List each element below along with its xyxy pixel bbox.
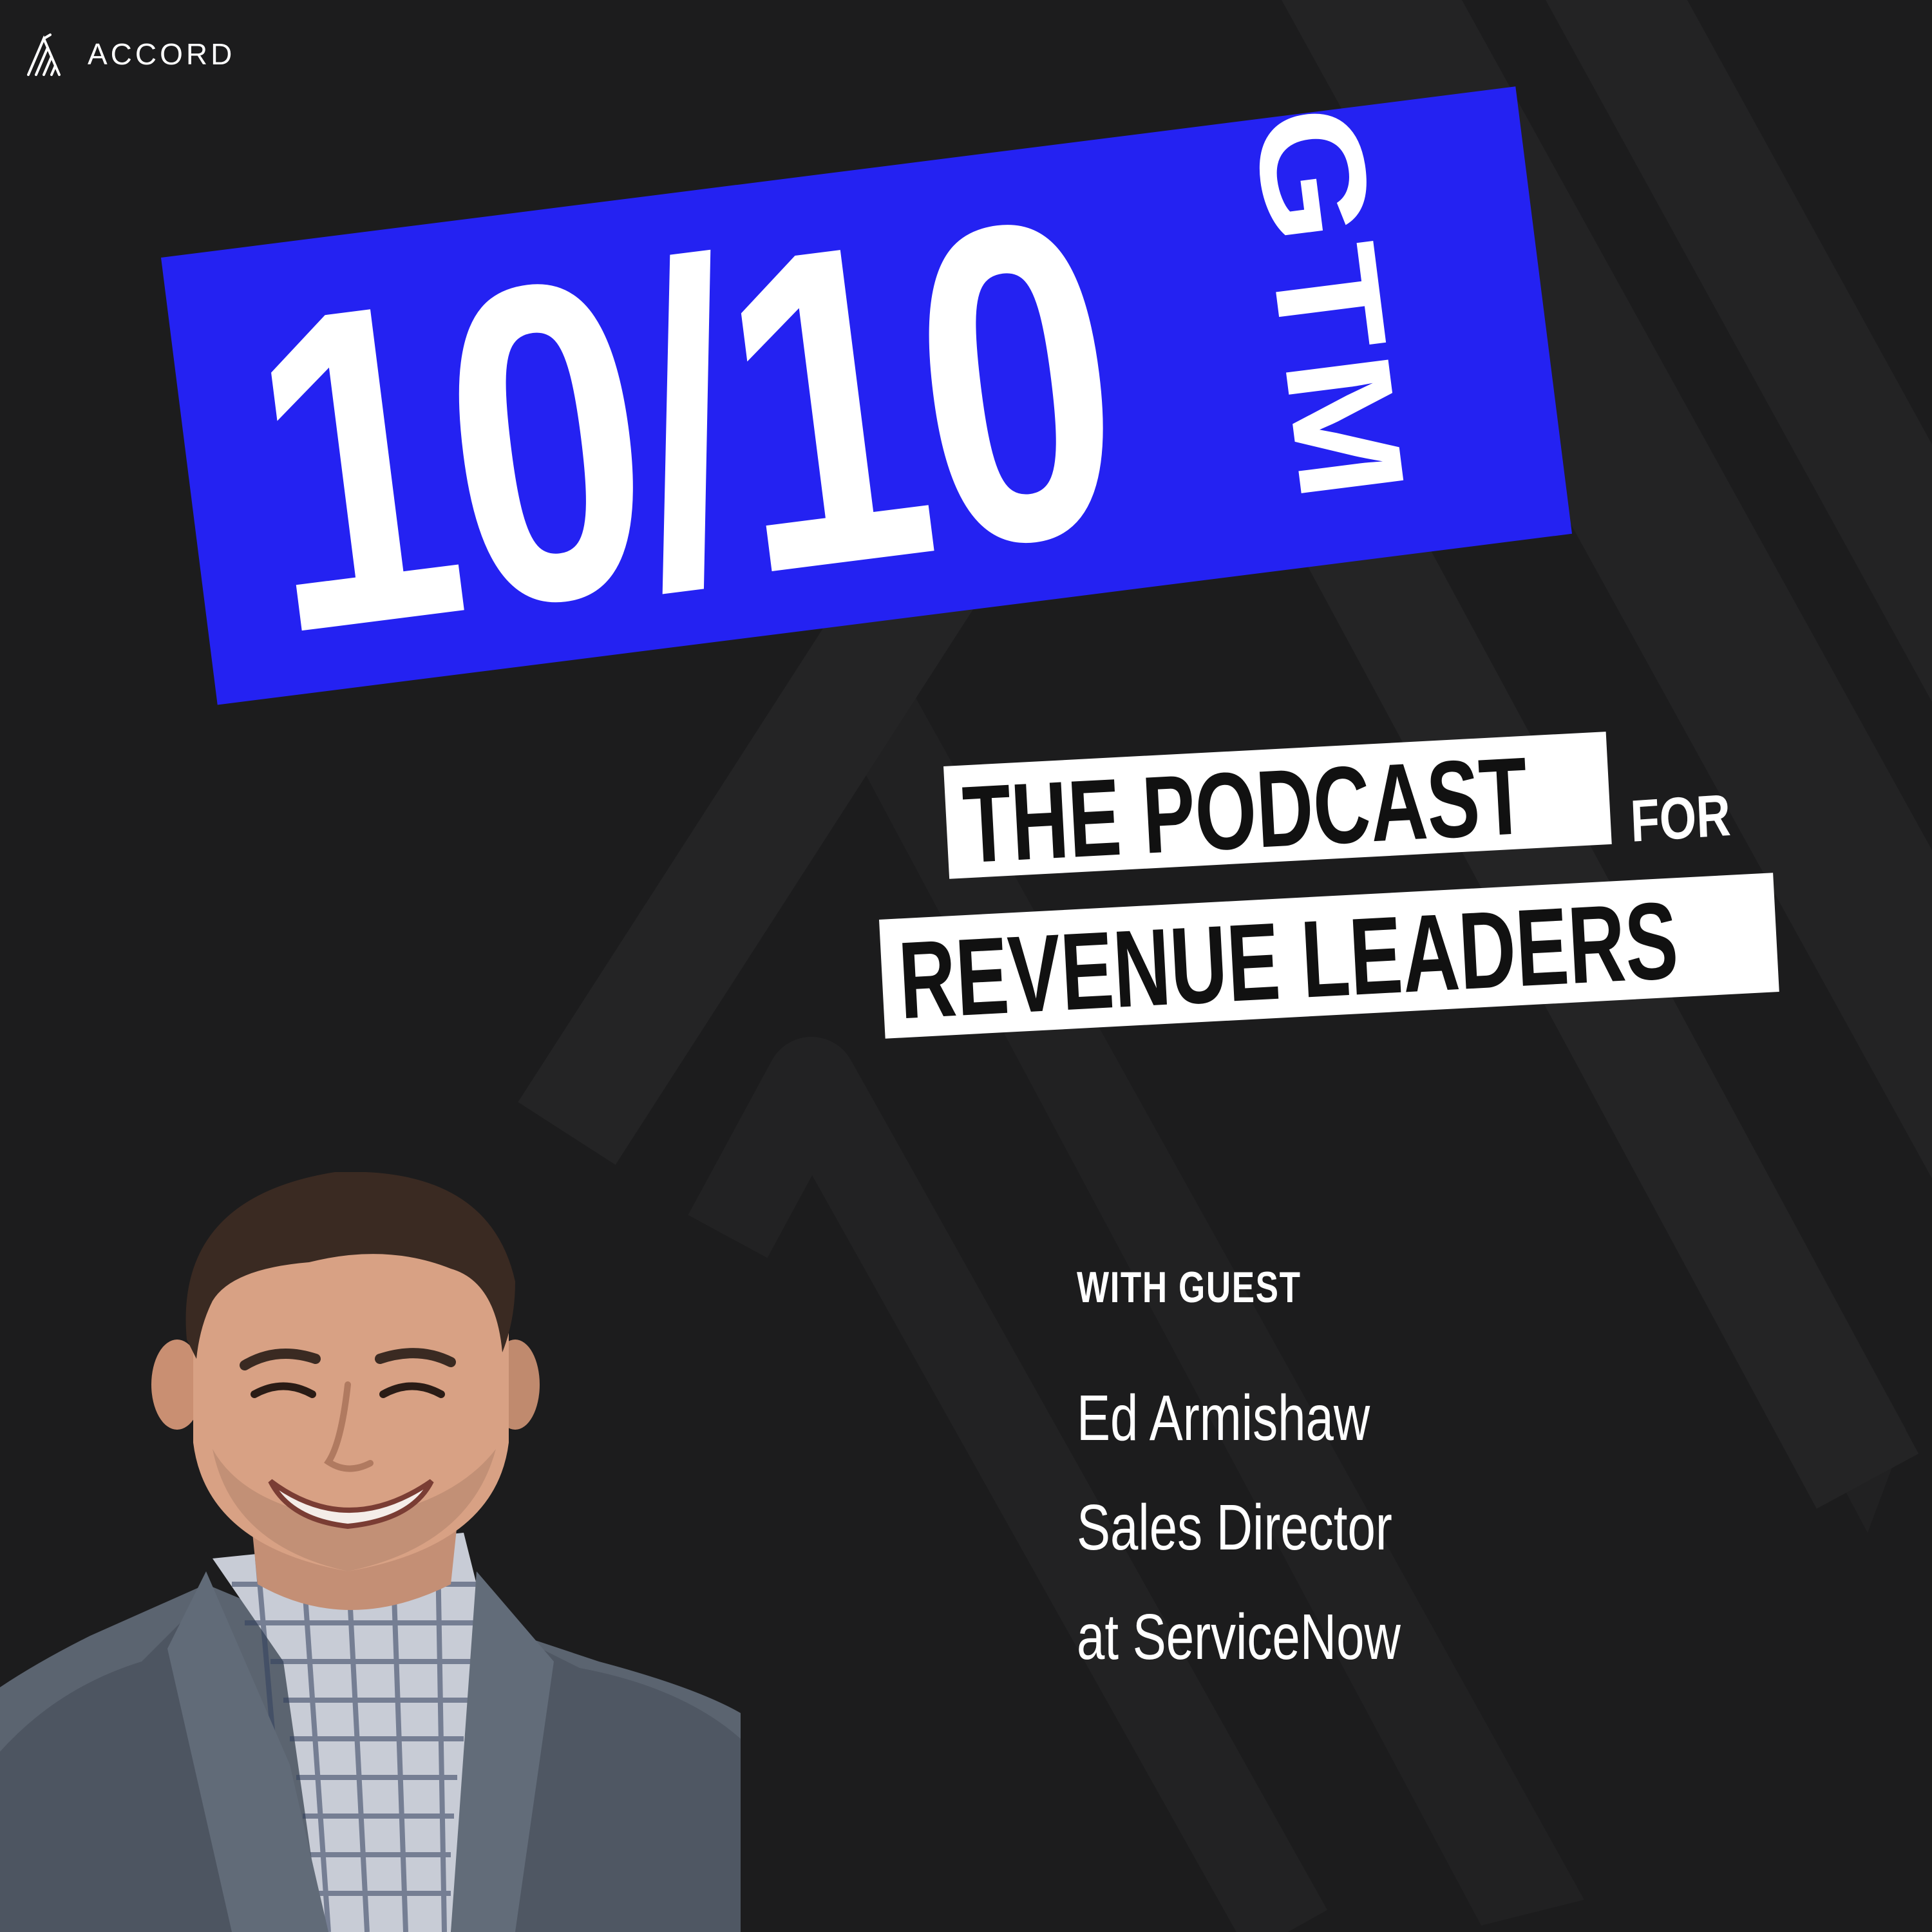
guest-info: WITH GUEST Ed Armishaw Sales Director at… — [1077, 1262, 1401, 1673]
guest-label: WITH GUEST — [1077, 1263, 1302, 1312]
brand-name: ACCORD — [88, 37, 236, 71]
guest-portrait — [0, 1172, 741, 1932]
guest-name: Ed Armishaw — [1077, 1382, 1370, 1454]
tagline-line-1-text: THE PODCAST — [960, 734, 1531, 887]
guest-company: at ServiceNow — [1077, 1601, 1401, 1673]
podcast-title: 10/10 — [229, 122, 1141, 729]
tagline-connector: FOR — [1629, 782, 1732, 855]
accord-logo-icon — [27, 33, 61, 76]
podcast-title-suffix: GTM — [1221, 97, 1437, 513]
guest-role: Sales Director — [1077, 1492, 1392, 1564]
brand-logo: ACCORD — [26, 30, 235, 79]
